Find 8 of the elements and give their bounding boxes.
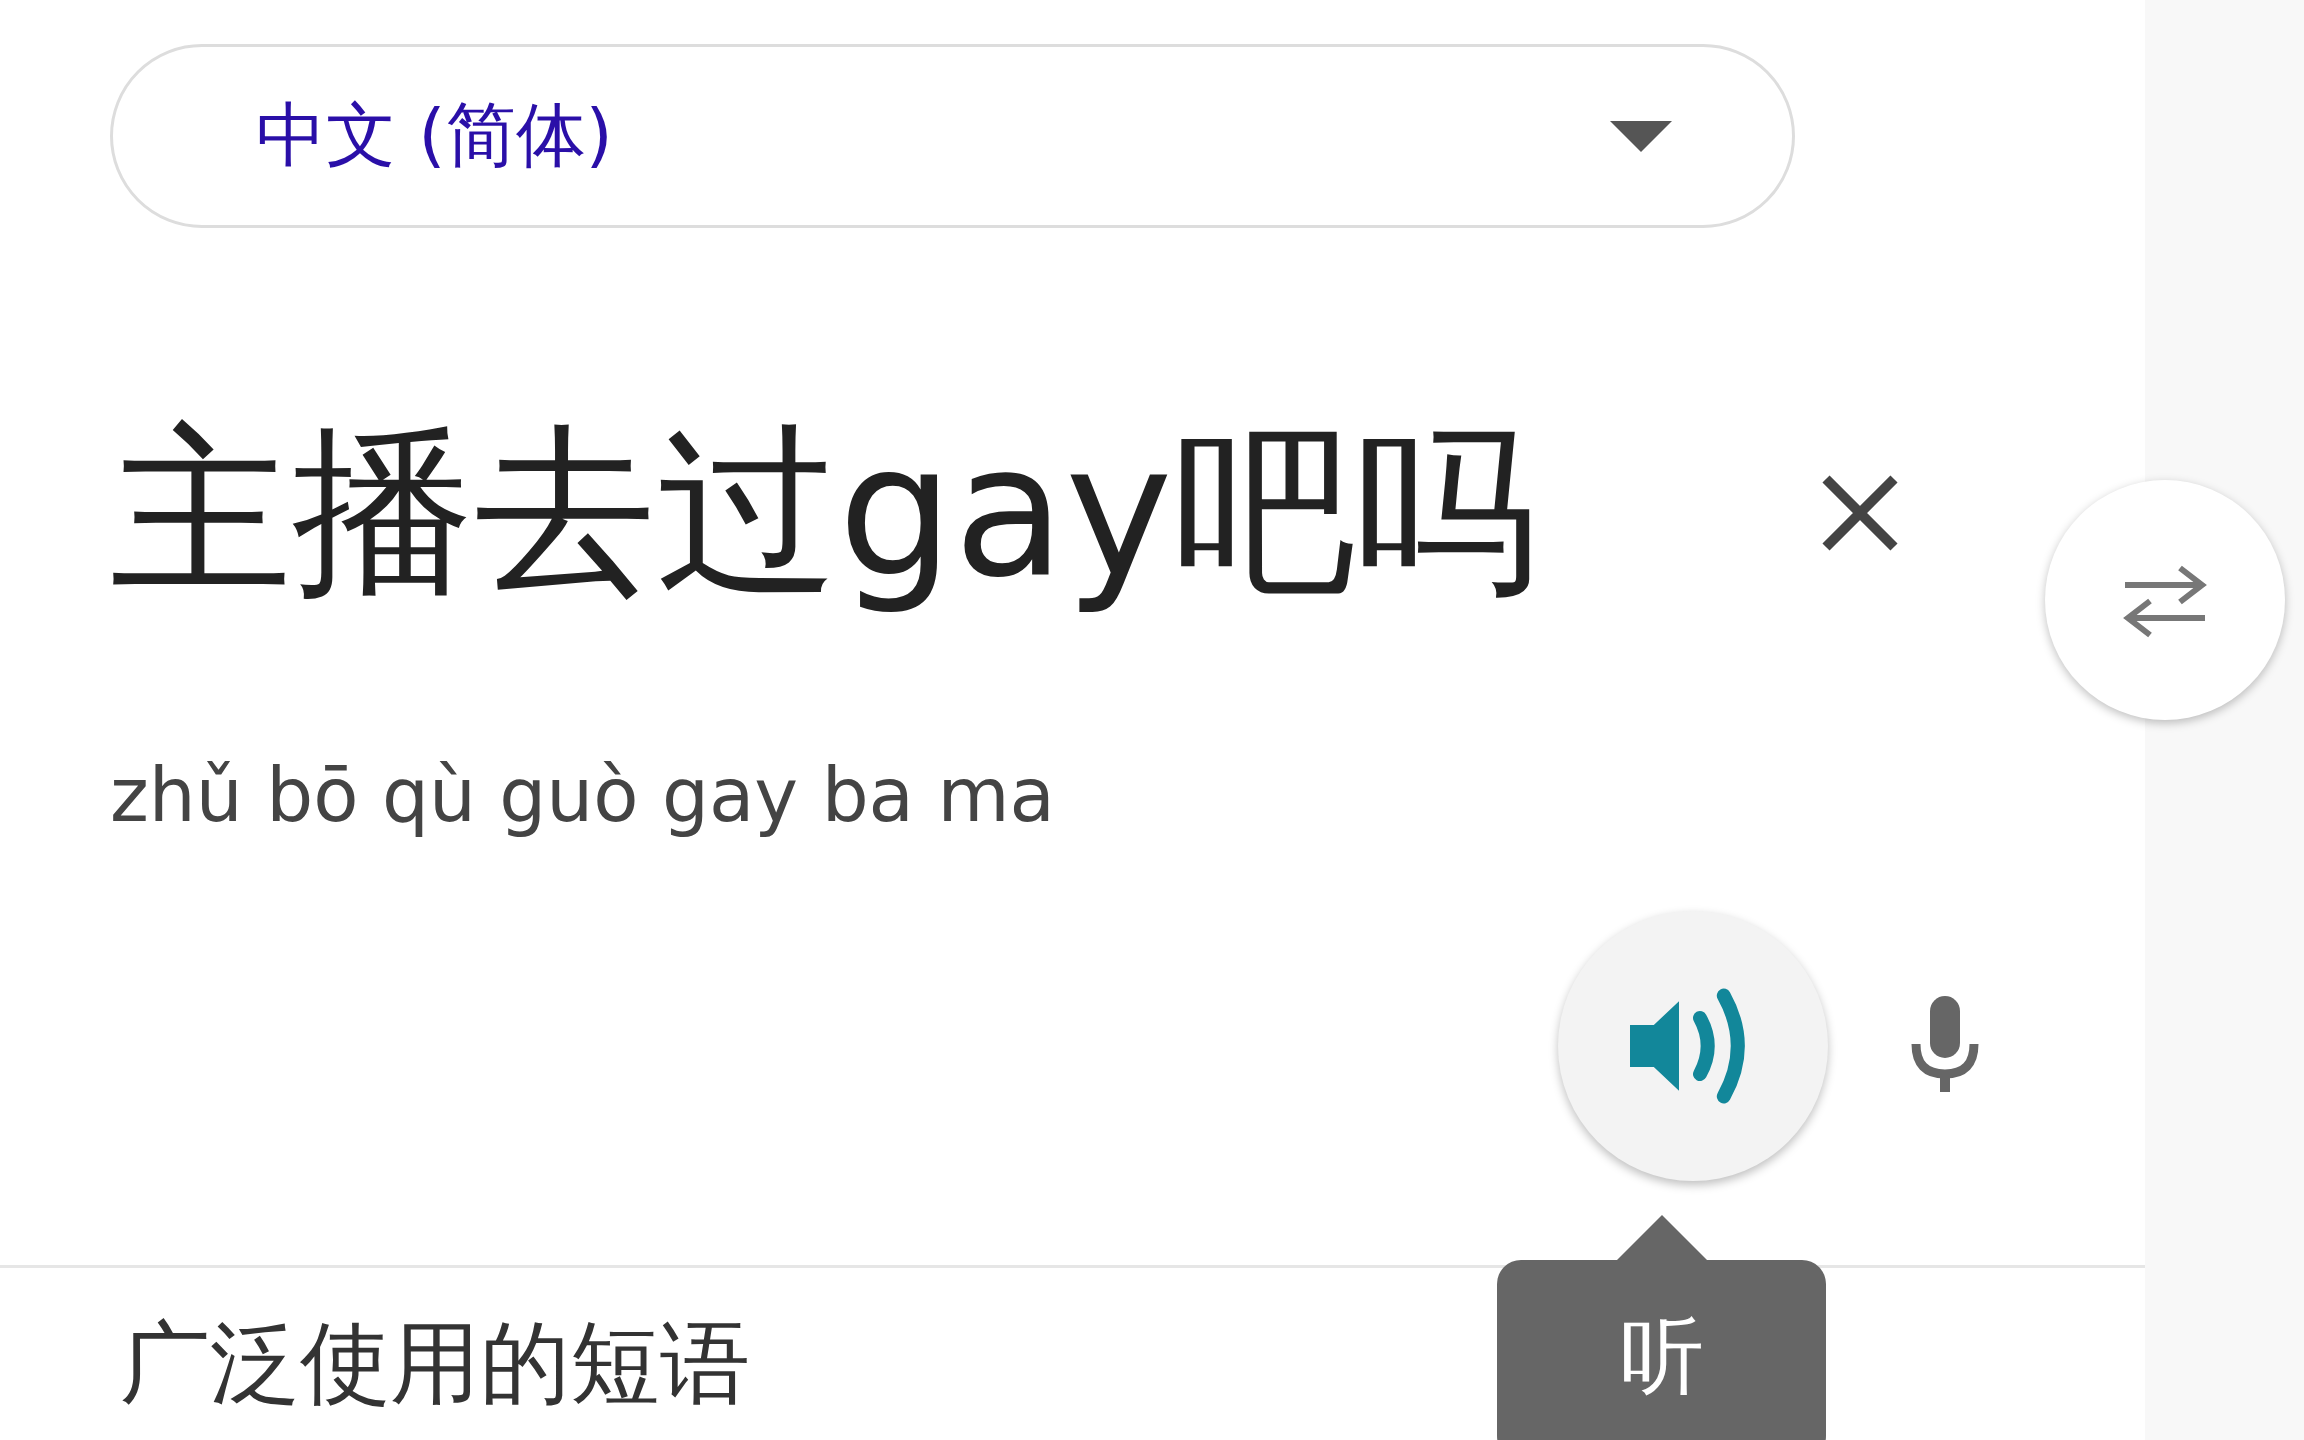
section-heading: 广泛使用的短语	[120, 1309, 750, 1417]
tooltip-pointer-icon	[1616, 1215, 1707, 1260]
caret-icon	[1610, 120, 1672, 152]
pinyin-text: zhǔ bō qù guò gay ba ma	[110, 751, 1056, 840]
tooltip: 听	[1497, 1215, 1826, 1440]
source-text: 主播去过gay吧吗	[110, 403, 1538, 619]
clear-icon[interactable]	[1820, 473, 1900, 553]
language-dropdown[interactable]: 中文 (简体)	[110, 44, 1795, 228]
